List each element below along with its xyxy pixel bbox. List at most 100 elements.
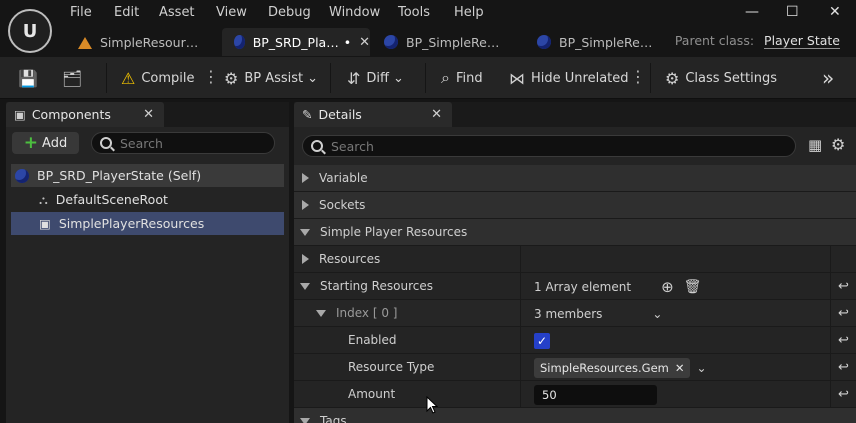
add-component-button[interactable]: + Add [12,132,79,154]
chevron-down-icon[interactable]: ⌄ [696,361,706,375]
parent-class-link[interactable]: Player State [764,33,840,49]
hide-unrelated-label: Hide Unrelated [531,70,629,86]
tab-simple-resources[interactable]: SimpleResour… [66,28,216,56]
category-sockets[interactable]: Sockets [294,192,856,219]
compile-label: Compile [141,70,195,86]
property-enabled: Enabled ✓ ↩ [294,327,856,354]
menu-edit[interactable]: Edit [114,5,139,20]
chevron-down-icon[interactable]: ⌄ [652,307,662,321]
property-label: Index [ 0 ] [336,306,398,320]
browse-icon[interactable]: 🗂 [62,57,88,99]
add-element-icon[interactable]: ⊕ [661,278,674,296]
amount-input[interactable]: 50 [534,384,657,405]
menu-file[interactable]: File [70,5,92,20]
tab-label: BP_SRD_Pla… [252,34,339,50]
expand-toolbar-icon[interactable]: » [822,57,834,99]
array-count: 1 Array element [534,279,632,294]
trash-icon[interactable]: 🗑 [684,279,702,295]
components-title: Components [31,107,111,122]
property-label: Starting Resources [320,279,433,293]
class-settings-button[interactable]: ⚙ Class Settings [665,57,777,99]
compile-options-icon[interactable]: ⋮ [203,69,219,85]
reset-to-default-icon[interactable]: ↩ [830,381,856,408]
property-starting-resources[interactable]: Starting Resources 1 Array element ⊕ 🗑 ↩ [294,273,856,300]
resource-type-value: SimpleResources.Gem [540,360,669,375]
compile-button[interactable]: ⚠ Compile [121,57,195,99]
find-button[interactable]: ⌕ Find [441,57,483,99]
category-simple-player-resources[interactable]: Simple Player Resources [294,219,856,246]
toolbar: 💾 🗂 ⚠ Compile ⋮ ⚙ BP Assist ⌄ ⇵ Diff ⌄ ⌕… [0,57,856,99]
enabled-checkbox[interactable]: ✓ [534,332,550,349]
property-label: Resource Type [348,360,435,374]
value-column: 50 [520,381,830,408]
property-resources[interactable]: Resources [294,246,856,273]
details-title: Details [318,107,362,122]
minimize-icon[interactable]: — [745,4,759,20]
components-tab[interactable]: ▣ Components ✕ [6,102,164,127]
value-column: ✓ [520,327,830,354]
resource-type-chip[interactable]: SimpleResources.Gem ✕ [534,357,691,378]
menu-debug[interactable]: Debug [268,5,311,20]
diff-label: Diff [366,70,389,86]
compile-warning-icon: ⚠ [121,68,136,88]
parent-class: Parent class: Player State [675,33,840,49]
property-index-0[interactable]: Index [ 0 ] 3 members ⌄ ↩ [294,300,856,327]
maximize-icon[interactable]: ☐ [786,4,799,20]
blueprint-icon [234,35,245,49]
tab-bp-srd-playerstate[interactable]: BP_SRD_Pla… • ✕ [222,28,370,56]
reset-to-default-icon[interactable]: ↩ [830,300,856,327]
close-icon[interactable]: ✕ [143,107,154,122]
blueprint-icon [384,35,398,49]
clear-tag-icon[interactable]: ✕ [675,361,685,375]
gear-icon: ⚙ [224,68,239,88]
category-tags[interactable]: Tags [294,408,856,423]
hide-unrelated-button[interactable]: ⋈ Hide Unrelated [509,57,629,99]
chevron-down-icon: ⌄ [307,70,319,86]
tree-item-default-scene-root[interactable]: ⛬ DefaultSceneRoot [11,188,284,211]
reset-to-default-icon[interactable]: ↩ [830,354,856,381]
menu-window[interactable]: Window [329,5,380,20]
class-settings-label: Class Settings [685,70,777,86]
tree-item-simple-player-resources[interactable]: ▣ SimplePlayerResources [11,212,284,235]
collapse-arrow-icon [300,228,310,236]
modified-indicator: • [343,34,352,50]
table-view-icon[interactable]: ▦ [808,136,822,154]
close-window-icon[interactable]: ✕ [829,4,841,20]
expand-arrow-icon [302,254,309,264]
close-icon[interactable]: ✕ [359,35,370,50]
tab-bp-simpleresources-1[interactable]: BP_SimpleRe… [372,28,522,56]
settings-gear-icon[interactable]: ⚙ [831,135,845,154]
property-label: Enabled [348,333,397,347]
reset-to-default-icon[interactable]: ↩ [830,327,856,354]
details-tab[interactable]: ✎ Details ✕ [294,102,452,127]
find-label: Find [455,70,483,86]
menu-view[interactable]: View [216,5,247,20]
value-column: 1 Array element ⊕ 🗑 [520,273,830,300]
reset-to-default-icon[interactable]: ↩ [830,273,856,300]
tree-item-self[interactable]: BP_SRD_PlayerState (Self) [11,164,284,187]
close-icon[interactable]: ✕ [431,107,442,122]
components-search-input[interactable]: Search [91,132,275,154]
components-panel: ▣ Components ✕ + Add Search BP_SRD_Playe… [6,102,289,423]
category-label: Tags [320,414,347,423]
category-variable[interactable]: Variable [294,165,856,192]
components-body: + Add Search BP_SRD_PlayerState (Self) ⛬… [6,127,289,423]
value-column: 3 members ⌄ [520,300,830,327]
blueprint-icon [537,35,551,49]
property-amount: Amount 50 ↩ [294,381,856,408]
menu-asset[interactable]: Asset [159,5,195,20]
diff-button[interactable]: ⇵ Diff ⌄ [347,57,404,99]
details-body: Search ▦ ⚙ Variable Sockets Simple Playe… [294,127,856,423]
menu-tools[interactable]: Tools [398,5,430,20]
tree-item-label: SimplePlayerResources [58,216,205,231]
details-search-input[interactable]: Search [302,135,796,157]
hide-unrelated-options-icon[interactable]: ⋮ [630,69,646,85]
add-label: Add [42,135,68,151]
mouse-cursor-icon [426,396,438,414]
tab-bp-simpleresources-2[interactable]: BP_SimpleRe… [525,28,675,56]
scene-root-icon: ⛬ [39,191,48,207]
unreal-logo-icon[interactable]: U [8,9,52,53]
save-icon[interactable]: 💾 [18,57,44,99]
bp-assist-button[interactable]: ⚙ BP Assist ⌄ [224,57,318,99]
menu-help[interactable]: Help [454,5,484,20]
